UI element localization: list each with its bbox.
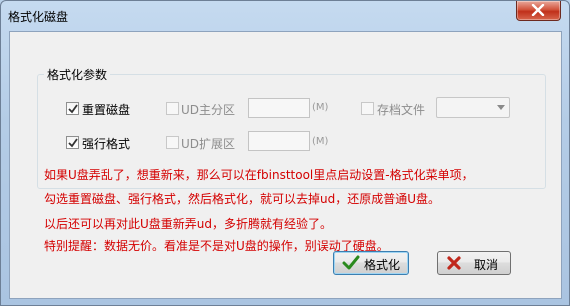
force-format-checkbox[interactable] bbox=[66, 136, 79, 149]
note-line-2: 勾选重置磁盘、强行格式，然后格式化，就可以去掉ud，还原成普通U盘。 bbox=[44, 192, 441, 206]
dialog-body: 格式化参数 重置磁盘 UD主分区 (M) 存档文件 强行格式 UD扩展区 (M)… bbox=[9, 31, 562, 299]
format-disk-dialog: 格式化磁盘 格式化参数 重置磁盘 UD主分区 (M) 存档文件 强行格式 UD扩… bbox=[0, 0, 570, 306]
ud-ext-unit: (M) bbox=[312, 136, 329, 147]
close-button[interactable] bbox=[516, 1, 561, 21]
ud-main-unit: (M) bbox=[312, 102, 329, 113]
checkmark-icon bbox=[342, 255, 360, 270]
reset-disk-label: 重置磁盘 bbox=[82, 103, 131, 117]
checkmark-icon bbox=[68, 138, 78, 148]
reset-disk-checkbox[interactable] bbox=[66, 102, 79, 115]
archive-label: 存档文件 bbox=[377, 103, 426, 117]
note-line-1: 如果U盘弄乱了，想重新来，那么可以在fbinsttool里点启动设置-格式化菜单… bbox=[44, 168, 474, 182]
ud-ext-label: UD扩展区 bbox=[181, 137, 236, 151]
note-line-3: 以后还可以再对此U盘重新弄ud，多折腾就有经验了。 bbox=[44, 217, 333, 231]
ud-main-label: UD主分区 bbox=[181, 103, 236, 117]
archive-checkbox[interactable] bbox=[361, 102, 374, 115]
group-label: 格式化参数 bbox=[44, 66, 111, 83]
cancel-button-label: 取消 bbox=[474, 258, 499, 272]
ud-main-checkbox[interactable] bbox=[166, 102, 179, 115]
cancel-button[interactable]: 取消 bbox=[437, 251, 511, 275]
archive-file-select[interactable] bbox=[436, 97, 510, 118]
force-format-label: 强行格式 bbox=[82, 137, 131, 151]
cancel-x-icon bbox=[447, 256, 461, 270]
ud-main-size-field[interactable] bbox=[248, 98, 310, 118]
ud-ext-checkbox[interactable] bbox=[166, 136, 179, 149]
format-button[interactable]: 格式化 bbox=[333, 251, 409, 275]
format-button-label: 格式化 bbox=[364, 258, 401, 272]
window-title: 格式化磁盘 bbox=[8, 10, 69, 24]
chevron-down-icon bbox=[497, 105, 505, 110]
close-icon bbox=[531, 4, 545, 16]
checkmark-icon bbox=[68, 104, 78, 114]
title-bar[interactable]: 格式化磁盘 bbox=[1, 1, 569, 31]
ud-ext-size-field[interactable] bbox=[248, 131, 310, 151]
